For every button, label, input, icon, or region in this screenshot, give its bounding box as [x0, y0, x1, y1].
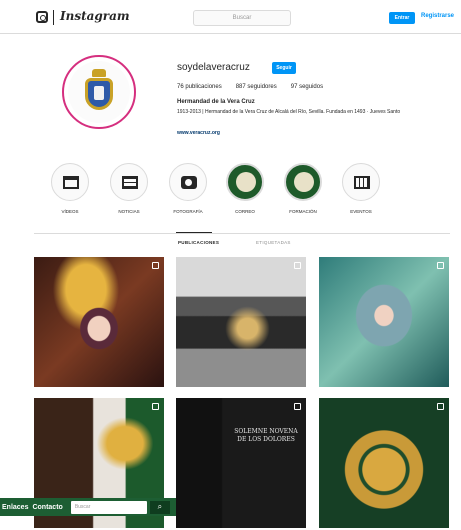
highlight-formation[interactable]: FORMACIÓN — [278, 163, 328, 214]
highlight-circle — [169, 163, 207, 201]
profile-username: soydelaveracruz — [177, 62, 250, 73]
footer-search-button[interactable]: ⌕ — [149, 500, 170, 514]
news-icon — [122, 176, 138, 189]
profile-stats: 76 publicaciones 887 seguidores 97 segui… — [177, 84, 323, 90]
following-count[interactable]: 97 seguidos — [291, 84, 323, 90]
highlight-label: NOTICIAS — [118, 209, 140, 214]
highlight-events[interactable]: EVENTOS — [336, 163, 386, 214]
multiple-photos-icon — [152, 403, 159, 410]
highlight-circle — [226, 163, 264, 201]
multiple-photos-icon — [294, 403, 301, 410]
tab-posts[interactable]: PUBLICACIONES — [178, 240, 219, 245]
instagram-logo[interactable]: Instagram — [60, 9, 130, 23]
follow-button[interactable]: Seguir — [272, 62, 296, 74]
calendar-icon — [354, 176, 370, 189]
video-icon — [63, 176, 79, 189]
instagram-camera-icon[interactable] — [36, 11, 48, 23]
footer-link-enlaces[interactable]: Enlaces — [0, 504, 30, 511]
post-tile[interactable]: SOLEMNE NOVENA DE LOS DOLORES — [176, 398, 306, 528]
multiple-photos-icon — [152, 262, 159, 269]
highlight-photography[interactable]: FOTOGRAFÍA — [163, 163, 213, 214]
active-tab-indicator — [176, 232, 212, 233]
footer-search-input[interactable]: Buscar — [70, 500, 147, 514]
highlight-label: CORREO — [235, 209, 255, 214]
crest-crown — [92, 69, 106, 77]
profile-bio: 1913-2013 | Hermandad de la Vera Cruz de… — [177, 109, 401, 115]
highlight-videos[interactable]: VÍDEOS — [45, 163, 95, 214]
highlight-circle — [51, 163, 89, 201]
highlight-label: VÍDEOS — [61, 209, 79, 214]
profile-website-link[interactable]: www.veracruz.org — [177, 130, 220, 136]
logo-separator — [53, 10, 54, 25]
post-tile[interactable] — [319, 257, 449, 387]
highlight-circle — [342, 163, 380, 201]
multiple-photos-icon — [437, 262, 444, 269]
post-tile[interactable] — [319, 398, 449, 528]
profile-full-name: Hermandad de la Vera Cruz — [177, 99, 255, 105]
crest-icon — [294, 172, 314, 192]
profile-avatar[interactable] — [62, 55, 136, 129]
highlight-label: FOTOGRAFÍA — [173, 209, 203, 214]
website-footer-bar: Enlaces Contacto Buscar ⌕ — [0, 498, 176, 516]
multiple-photos-icon — [437, 403, 444, 410]
posts-count: 76 publicaciones — [177, 84, 222, 90]
highlight-circle — [284, 163, 322, 201]
highlight-mail[interactable]: CORREO — [220, 163, 270, 214]
signup-link[interactable]: Registrarse — [421, 13, 454, 19]
footer-link-contacto[interactable]: Contacto — [30, 504, 64, 511]
camera-icon — [181, 176, 197, 189]
highlight-news[interactable]: NOTICIAS — [104, 163, 154, 214]
login-button[interactable]: Entrar — [389, 12, 415, 24]
crest-shield — [85, 78, 113, 110]
avatar-crest-image — [68, 61, 130, 123]
post-tile[interactable] — [176, 257, 306, 387]
crest-icon — [236, 172, 256, 192]
top-navigation-bar: Instagram Buscar Entrar Registrarse — [0, 0, 461, 34]
tabs-divider — [34, 233, 450, 234]
tab-tagged[interactable]: ETIQUETADAS — [256, 240, 291, 245]
search-input[interactable]: Buscar — [193, 10, 291, 26]
post-tile[interactable] — [34, 257, 164, 387]
post-caption-text: SOLEMNE NOVENA DE LOS DOLORES — [234, 428, 298, 443]
followers-count[interactable]: 887 seguidores — [236, 84, 277, 90]
multiple-photos-icon — [294, 262, 301, 269]
highlight-circle — [110, 163, 148, 201]
highlight-label: FORMACIÓN — [289, 209, 317, 214]
highlight-label: EVENTOS — [350, 209, 372, 214]
